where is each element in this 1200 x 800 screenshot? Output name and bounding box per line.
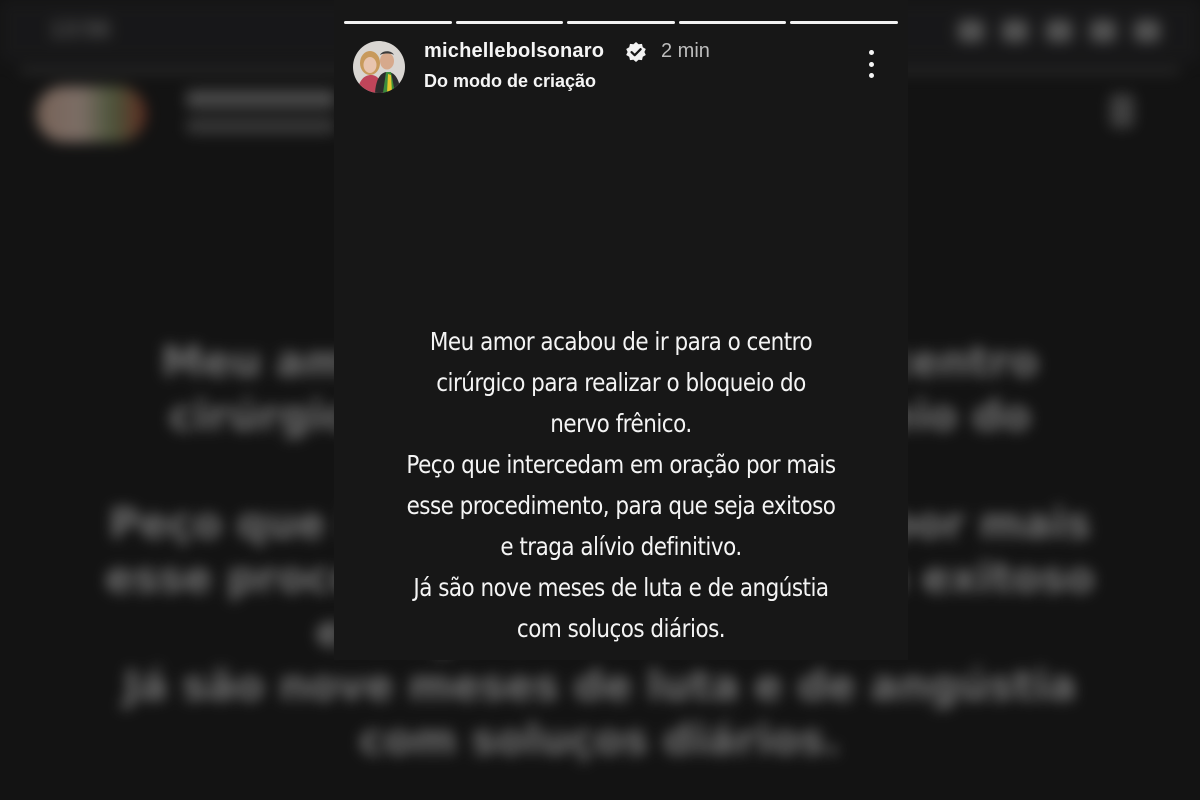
- progress-segment: [567, 21, 675, 24]
- username[interactable]: michellebolsonaro: [424, 40, 604, 63]
- progress-segment: [678, 21, 787, 24]
- story-viewer-screen: 13:56 Meu amor acabou de ir para o centr…: [0, 0, 1200, 800]
- story-progress-bar: [344, 21, 898, 24]
- background-status-icon: [1090, 20, 1116, 42]
- story-subtitle: Do modo de criação: [424, 71, 597, 91]
- background-status-icon: [1046, 20, 1072, 42]
- background-username-placeholder: [186, 90, 336, 108]
- background-status-icon: [1002, 20, 1028, 42]
- background-status-icon: [958, 20, 984, 42]
- menu-dot: [868, 61, 874, 67]
- menu-dot: [868, 73, 874, 78]
- story-card[interactable]: michellebolsonaro 2 min Do modo de criaç…: [334, 0, 908, 660]
- background-status-icon: [1134, 20, 1160, 42]
- verified-badge-icon: [626, 42, 646, 62]
- avatar-photo-icon: [353, 41, 405, 93]
- menu-dot: [868, 50, 874, 55]
- progress-segment: [344, 21, 452, 24]
- background-status-icons: [958, 20, 1160, 42]
- progress-segment: [790, 21, 898, 24]
- story-message: Meu amor acabou de ir para o centro cirú…: [406, 327, 836, 643]
- progress-segment: [455, 21, 564, 24]
- more-options-icon[interactable]: [861, 50, 881, 78]
- background-avatar: [36, 86, 146, 142]
- background-time: 13:56: [50, 16, 111, 43]
- post-time: 2 min: [661, 40, 710, 62]
- background-menu-placeholder: [1110, 94, 1134, 128]
- background-subtitle-placeholder: [186, 118, 336, 134]
- profile-avatar[interactable]: [353, 41, 405, 93]
